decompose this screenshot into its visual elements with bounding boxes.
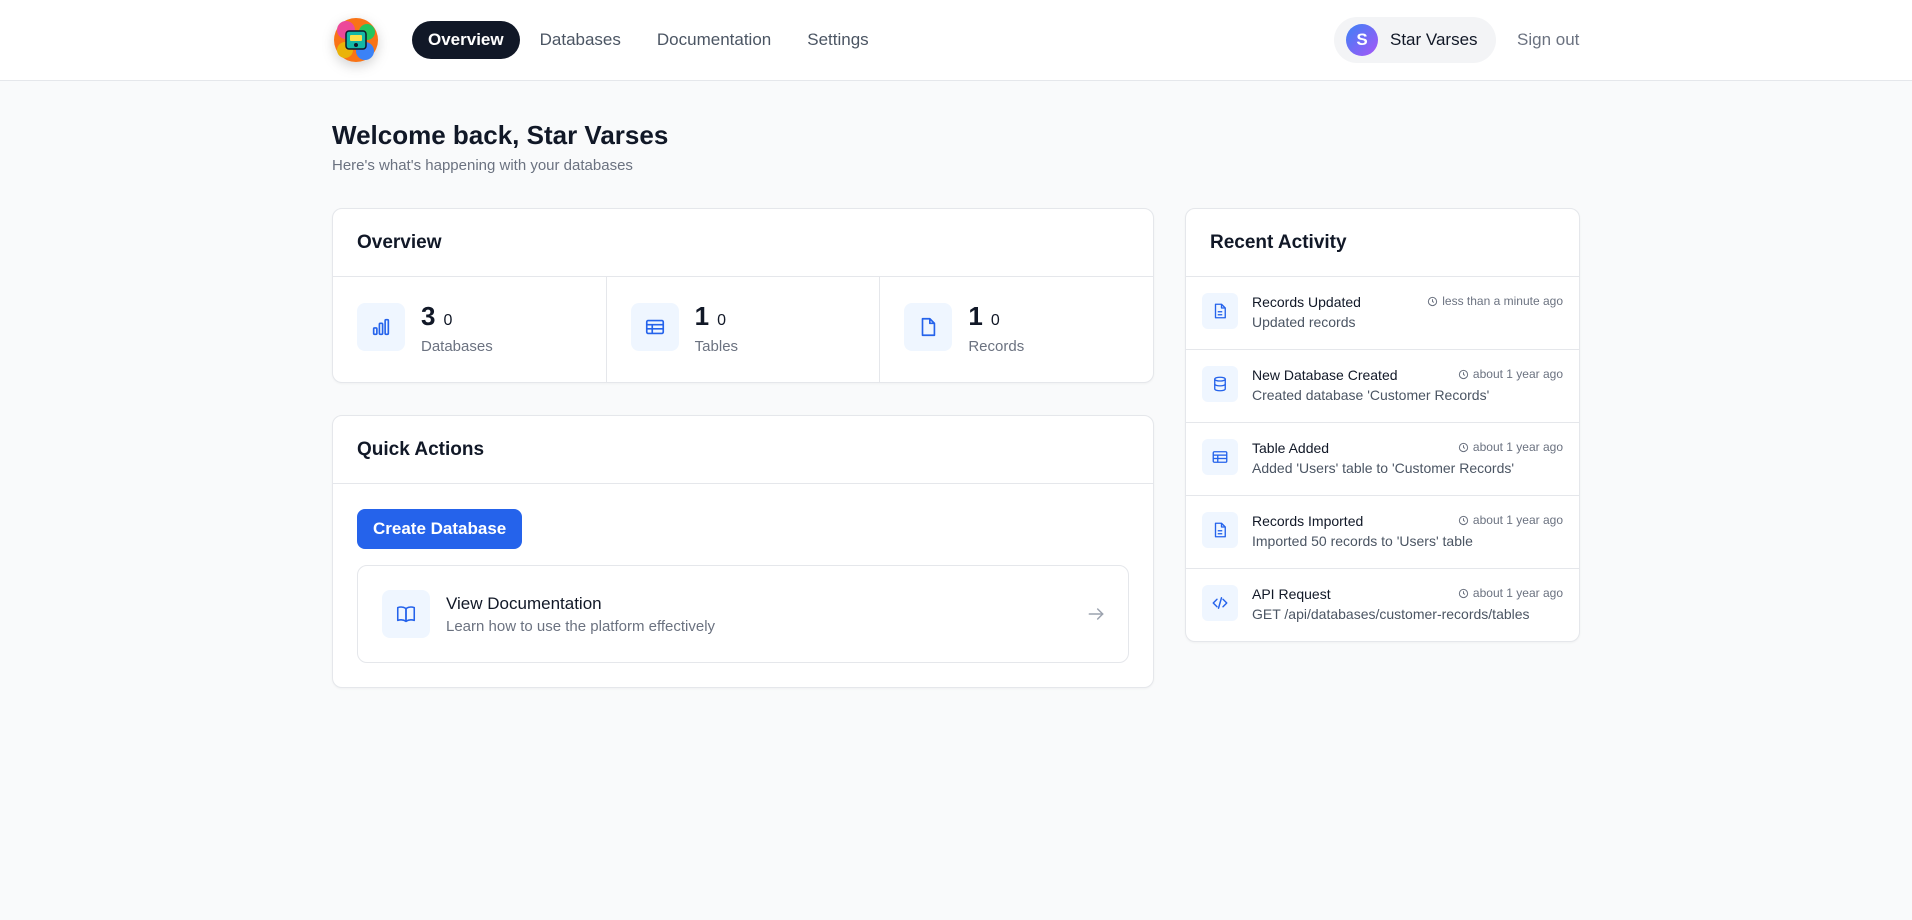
- page-subtitle: Here's what's happening with your databa…: [332, 157, 633, 174]
- overview-card-title: Overview: [333, 209, 1153, 277]
- stat-tables: 1 0 Tables: [605, 277, 880, 382]
- activity-time: about 1 year ago: [1458, 586, 1563, 600]
- stat-records: 1 0 Records: [879, 277, 1153, 382]
- activity-time: about 1 year ago: [1458, 367, 1563, 381]
- quick-actions-title: Quick Actions: [333, 416, 1153, 484]
- file-icon: [904, 303, 953, 351]
- nav-documentation[interactable]: Documentation: [641, 21, 787, 59]
- activity-time: about 1 year ago: [1458, 513, 1563, 527]
- stat-delta: 0: [990, 312, 1000, 329]
- clock-icon: [1458, 442, 1469, 452]
- quick-actions-card: Quick Actions Create Database View Docum…: [332, 415, 1154, 688]
- clock-icon: [1458, 515, 1469, 525]
- nav-databases[interactable]: Databases: [524, 21, 637, 59]
- top-navigation-bar: Overview Databases Documentation Setting…: [0, 0, 1912, 81]
- table-icon: [630, 303, 679, 351]
- user-menu[interactable]: S Star Varses: [1334, 17, 1496, 63]
- bar-chart-icon: [357, 303, 405, 351]
- activity-description: Updated records: [1252, 314, 1356, 330]
- activity-time: less than a minute ago: [1427, 294, 1563, 308]
- user-name: Star Varses: [1390, 30, 1478, 49]
- activity-description: GET /api/databases/customer-records/tabl…: [1252, 606, 1530, 622]
- doc-link-title: View Documentation: [446, 593, 602, 613]
- table-icon: [1202, 439, 1238, 475]
- clock-icon: [1458, 588, 1469, 598]
- stat-value: 1: [694, 301, 710, 331]
- clock-icon: [1458, 369, 1469, 379]
- view-documentation-link[interactable]: View Documentation Learn how to use the …: [357, 565, 1129, 663]
- list-item[interactable]: Records Imported Imported 50 records to …: [1186, 496, 1579, 569]
- nav-overview[interactable]: Overview: [412, 21, 520, 59]
- stat-label: Records: [968, 338, 1025, 355]
- sign-out-link[interactable]: Sign out: [1517, 30, 1579, 50]
- stat-label: Databases: [421, 338, 493, 355]
- arrow-right-icon: [1088, 608, 1104, 620]
- stat-databases: 3 0 Databases: [333, 277, 606, 382]
- doc-link-description: Learn how to use the platform effectivel…: [446, 617, 716, 635]
- stat-delta: 0: [443, 312, 453, 329]
- list-item[interactable]: New Database Created Created database 'C…: [1186, 350, 1579, 423]
- activity-title: Records Imported: [1252, 513, 1364, 529]
- code-icon: [1202, 585, 1238, 621]
- file-text-icon: [1202, 512, 1238, 548]
- book-icon: [382, 590, 430, 638]
- overview-card: Overview 3 0 Databases 1 0 Tables 1 0 Re…: [332, 208, 1154, 383]
- overview-stats: 3 0 Databases 1 0 Tables 1 0 Records: [333, 277, 1153, 382]
- stat-label: Tables: [694, 338, 739, 355]
- nav-settings[interactable]: Settings: [791, 21, 884, 59]
- recent-activity-title: Recent Activity: [1186, 209, 1579, 277]
- create-database-button[interactable]: Create Database: [357, 509, 523, 549]
- activity-title: New Database Created: [1252, 367, 1398, 383]
- stat-value: 3: [421, 301, 436, 331]
- list-item[interactable]: Records Updated Updated records less tha…: [1186, 277, 1579, 350]
- main-nav: Overview Databases Documentation Setting…: [412, 21, 885, 59]
- list-item[interactable]: Table Added Added 'Users' table to 'Cust…: [1186, 423, 1579, 496]
- page-title: Welcome back, Star Varses: [332, 120, 669, 150]
- database-icon: [1202, 366, 1238, 402]
- app-logo-icon[interactable]: [332, 16, 380, 64]
- recent-activity-card: Recent Activity Records Updated Updated …: [1185, 208, 1580, 642]
- avatar: S: [1346, 24, 1378, 56]
- list-item[interactable]: API Request GET /api/databases/customer-…: [1186, 569, 1579, 642]
- clock-icon: [1428, 296, 1438, 306]
- activity-description: Added 'Users' table to 'Customer Records…: [1252, 460, 1515, 476]
- activity-time: about 1 year ago: [1458, 440, 1563, 454]
- activity-description: Created database 'Customer Records': [1252, 387, 1490, 403]
- stat-delta: 0: [717, 312, 727, 329]
- stat-value: 1: [968, 301, 983, 331]
- activity-title: Records Updated: [1252, 294, 1361, 310]
- file-text-icon: [1202, 293, 1238, 329]
- activity-description: Imported 50 records to 'Users' table: [1252, 533, 1473, 549]
